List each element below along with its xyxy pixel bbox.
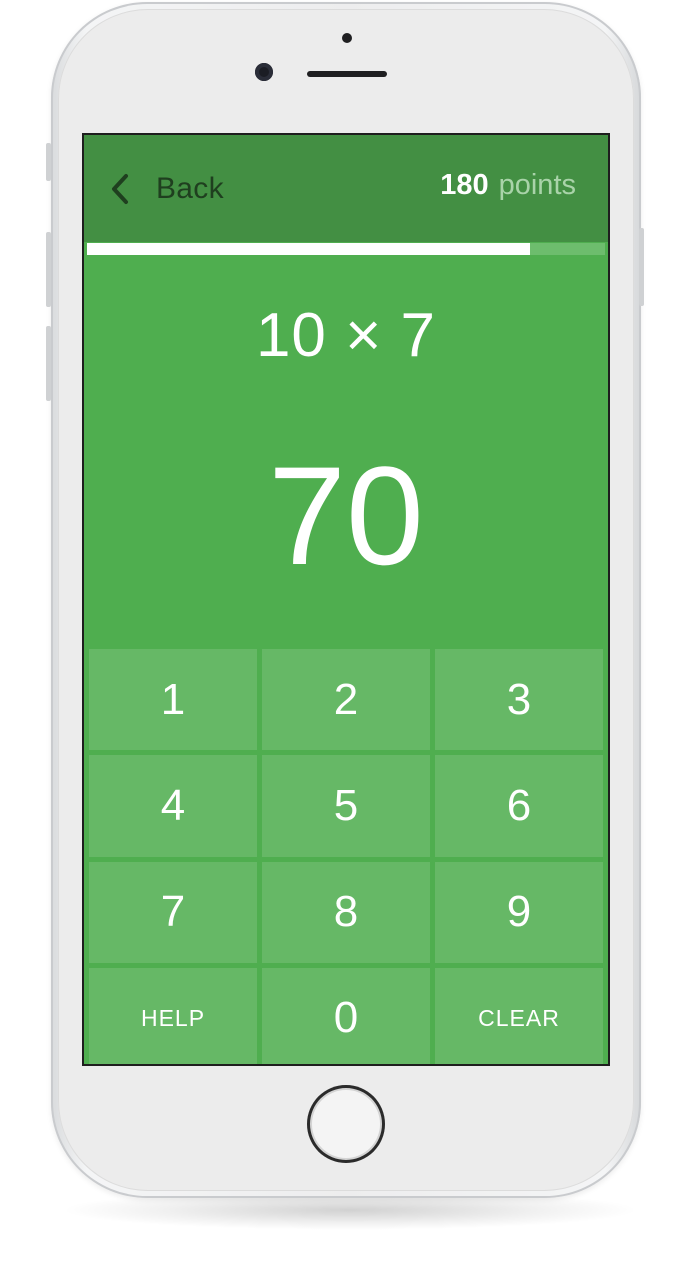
power-button xyxy=(639,228,644,306)
key-2[interactable]: 2 xyxy=(262,649,430,751)
key-5[interactable]: 5 xyxy=(262,755,430,857)
proximity-sensor xyxy=(342,33,352,43)
earpiece-speaker xyxy=(307,71,387,77)
multiplication-question: 10 × 7 xyxy=(255,301,437,370)
points-label: points xyxy=(498,169,576,201)
key-7[interactable]: 7 xyxy=(89,861,257,963)
key-3[interactable]: 3 xyxy=(435,649,603,751)
key-0[interactable]: 0 xyxy=(262,967,430,1064)
home-button[interactable] xyxy=(307,1085,385,1163)
points-display: 180 points xyxy=(440,169,576,209)
answer-display: 70 xyxy=(268,437,424,594)
volume-down-button xyxy=(46,326,51,401)
points-value: 180 xyxy=(440,169,489,201)
nav-bar: Back 180 points xyxy=(84,135,608,242)
number-keypad: 1 2 3 4 5 6 7 8 9 HELP 0 CLEAR xyxy=(89,649,603,1064)
key-4[interactable]: 4 xyxy=(89,755,257,857)
clear-button[interactable]: CLEAR xyxy=(435,967,603,1064)
key-9[interactable]: 9 xyxy=(435,861,603,963)
app-screen: Back 180 points 10 × 7 70 1 2 3 4 5 6 7 … xyxy=(82,133,610,1066)
key-6[interactable]: 6 xyxy=(435,755,603,857)
progress-bar xyxy=(87,243,605,255)
progress-fill xyxy=(87,243,530,255)
back-label: Back xyxy=(156,172,224,205)
chevron-left-icon xyxy=(112,174,128,204)
mute-switch xyxy=(46,143,51,181)
back-button[interactable]: Back xyxy=(108,165,224,213)
front-camera-icon xyxy=(255,63,273,81)
help-button[interactable]: HELP xyxy=(89,967,257,1064)
key-8[interactable]: 8 xyxy=(262,861,430,963)
key-1[interactable]: 1 xyxy=(89,649,257,751)
volume-up-button xyxy=(46,232,51,307)
